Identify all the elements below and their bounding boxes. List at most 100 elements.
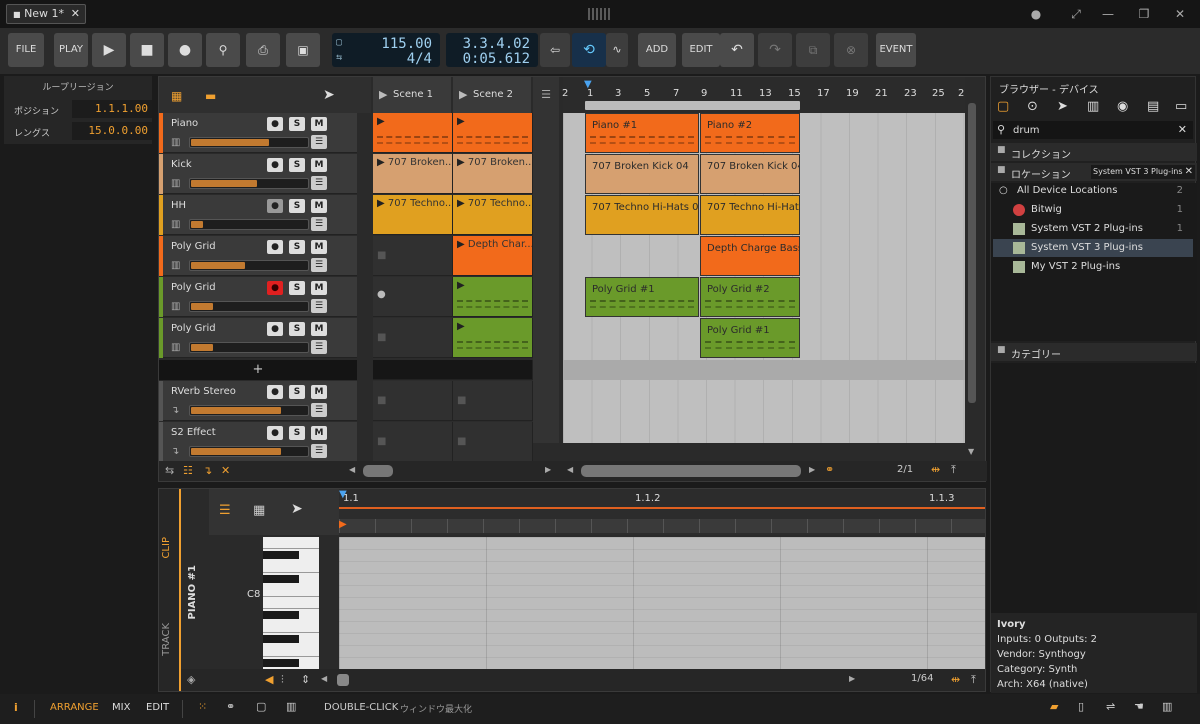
piano-icon[interactable]: ▥ (1162, 700, 1172, 713)
record-slot-icon[interactable]: ● (377, 289, 386, 300)
scroll-left-icon[interactable]: ◀ (567, 465, 573, 474)
plugins-tab-icon[interactable]: ➤ (1057, 99, 1068, 114)
mute-button[interactable]: M (311, 158, 327, 172)
volume-fader[interactable] (189, 405, 309, 416)
loop-icon[interactable]: ⟲ (572, 33, 606, 67)
track-name[interactable]: Poly Grid (171, 323, 216, 334)
piano-key[interactable] (263, 645, 319, 657)
folder-icon[interactable]: ▰ (1050, 700, 1058, 713)
piano-key[interactable] (263, 597, 319, 609)
track-row[interactable]: Poly Grid ● S M ▥ ☰ (159, 318, 357, 358)
piano-key[interactable] (263, 635, 299, 643)
play-menu-button[interactable]: PLAY (54, 33, 88, 67)
close-window-icon[interactable]: ✕ (1172, 6, 1188, 22)
launcher-clip[interactable]: ▶ 707 Broken... (453, 154, 533, 194)
scroll-left-icon[interactable]: ◀ (321, 674, 327, 683)
arrange-view-button[interactable]: ARRANGE (50, 702, 99, 713)
scene-header-1[interactable]: ▶ Scene 1 (373, 77, 451, 113)
volume-fader[interactable] (189, 137, 309, 148)
pointer-tool-icon[interactable]: ➤ (291, 501, 303, 517)
fold-icon[interactable]: ↴ (203, 464, 212, 477)
mute-button[interactable]: M (311, 240, 327, 254)
zoom-fit-icon[interactable]: ⇹ (931, 463, 940, 476)
arranger-clip[interactable]: 707 Broken Kick 04 (585, 154, 699, 194)
mute-button[interactable]: M (311, 322, 327, 336)
track-row[interactable]: HH ● S M ▥ ☰ (159, 195, 357, 235)
clip-start-marker-icon[interactable]: ▶ (339, 519, 347, 530)
pointer-tool-icon[interactable]: ➤ (323, 87, 335, 103)
note-grid[interactable] (339, 537, 985, 669)
keyboard-icon[interactable]: ▥ (286, 700, 296, 713)
playhead-marker-icon[interactable]: ▼ (339, 489, 347, 500)
scene-play-icon[interactable]: ▶ (459, 88, 467, 101)
punch-in-icon[interactable]: ⇦ (540, 33, 570, 67)
category-header[interactable]: ■ カテゴリー (991, 343, 1197, 361)
piano-key[interactable] (263, 659, 299, 667)
piano-key[interactable] (263, 537, 319, 549)
track-name[interactable]: Piano (171, 118, 198, 129)
launcher-clip[interactable]: ▶ (453, 277, 533, 317)
samples-tab-icon[interactable]: ◉ (1117, 99, 1128, 114)
position-display[interactable]: 3.3.4.02 0:05.612 (446, 33, 538, 67)
loop-length-field[interactable]: 15.0.0.00 (72, 122, 152, 140)
clip-play-icon[interactable]: ▶ (457, 321, 465, 332)
stop-slot-icon[interactable]: ■ (457, 395, 466, 406)
nodes-icon[interactable]: ⚭ (825, 463, 834, 476)
launcher-clip[interactable]: ▶ (373, 113, 453, 153)
track-power-icon[interactable]: ● (267, 158, 283, 172)
track-name[interactable]: HH (171, 200, 186, 211)
location-item-selected[interactable]: System VST 3 Plug-ins (993, 239, 1193, 257)
track-power-icon[interactable]: ● (267, 385, 283, 399)
fx-track-row[interactable]: S2 Effect ● S M ↴ ☰ (159, 422, 357, 462)
stop-slot-icon[interactable]: ■ (377, 436, 386, 447)
delete-icon[interactable]: ⊗ (834, 33, 868, 67)
arranger-clip[interactable]: Piano #2 (700, 113, 800, 153)
scroll-left-icon[interactable]: ◀ (349, 465, 355, 474)
presets-tab-icon[interactable]: ⊙ (1027, 99, 1038, 114)
track-name[interactable]: Poly Grid (171, 282, 216, 293)
empty-slot[interactable]: ■ (373, 318, 453, 358)
mute-button[interactable]: M (311, 385, 327, 399)
solo-button[interactable]: S (289, 426, 305, 440)
stop-slot-icon[interactable]: ■ (377, 250, 386, 261)
solo-button[interactable]: S (289, 199, 305, 213)
launcher-clip[interactable]: ▶ 707 Broken... (373, 154, 453, 194)
clip-play-icon[interactable]: ▶ (457, 157, 465, 168)
redo-icon[interactable]: ↷ (758, 33, 792, 67)
track-menu-icon[interactable]: ☰ (311, 135, 327, 149)
track-row[interactable]: Kick ● S M ▥ ☰ (159, 154, 357, 194)
scroll-down-icon[interactable]: ▼ (968, 447, 974, 456)
horizontal-scroll-thumb[interactable] (363, 465, 393, 477)
track-menu-icon[interactable]: ☰ (311, 299, 327, 313)
stop-slot-icon[interactable]: ■ (377, 332, 386, 343)
editor-ruler[interactable]: 1.1 1.1.2 1.1.3 ▼ ▶ (339, 489, 985, 535)
mute-button[interactable]: M (311, 281, 327, 295)
mix-view-button[interactable]: MIX (112, 702, 130, 713)
info-icon[interactable]: i (14, 701, 18, 714)
empty-slot[interactable]: ● (373, 277, 453, 317)
track-row[interactable]: Poly Grid ● S M ▥ ☰ (159, 236, 357, 276)
track-menu-icon[interactable]: ☰ (311, 340, 327, 354)
mute-button[interactable]: M (311, 117, 327, 131)
track-menu-icon[interactable]: ☰ (311, 176, 327, 190)
zoom-level[interactable]: 2/1 (897, 464, 913, 475)
track-name[interactable]: Kick (171, 159, 192, 170)
mute-button[interactable]: M (311, 426, 327, 440)
add-button[interactable]: ADD (638, 33, 676, 67)
piano-key[interactable] (263, 611, 299, 619)
panel-icon[interactable]: ▢ (256, 700, 266, 713)
layers-icon[interactable]: ◈ (187, 673, 195, 686)
loop-position-field[interactable]: 1.1.1.00 (72, 100, 152, 118)
track-menu-icon[interactable]: ☰ (311, 403, 327, 417)
arranger-clip[interactable]: Piano #1 (585, 113, 699, 153)
empty-slot[interactable]: ■ (453, 422, 533, 462)
punch-icon[interactable]: ▣ (286, 33, 320, 67)
grid-view-icon[interactable]: ▦ (171, 89, 182, 103)
arranger-timeline[interactable]: Piano #1 Piano #2 707 Broken Kick 04 707… (563, 113, 965, 443)
clip-launcher-icon[interactable]: ⁙ (198, 700, 207, 713)
sliders-icon[interactable]: ⇌ (1106, 700, 1115, 713)
close-tab-icon[interactable]: ✕ (71, 5, 80, 23)
location-header[interactable]: ■ ロケーション System VST 3 Plug-ins ✕ (991, 163, 1197, 181)
location-filter-tag[interactable]: System VST 3 Plug-ins ✕ (1091, 165, 1195, 179)
scene-play-icon[interactable]: ▶ (379, 88, 387, 101)
